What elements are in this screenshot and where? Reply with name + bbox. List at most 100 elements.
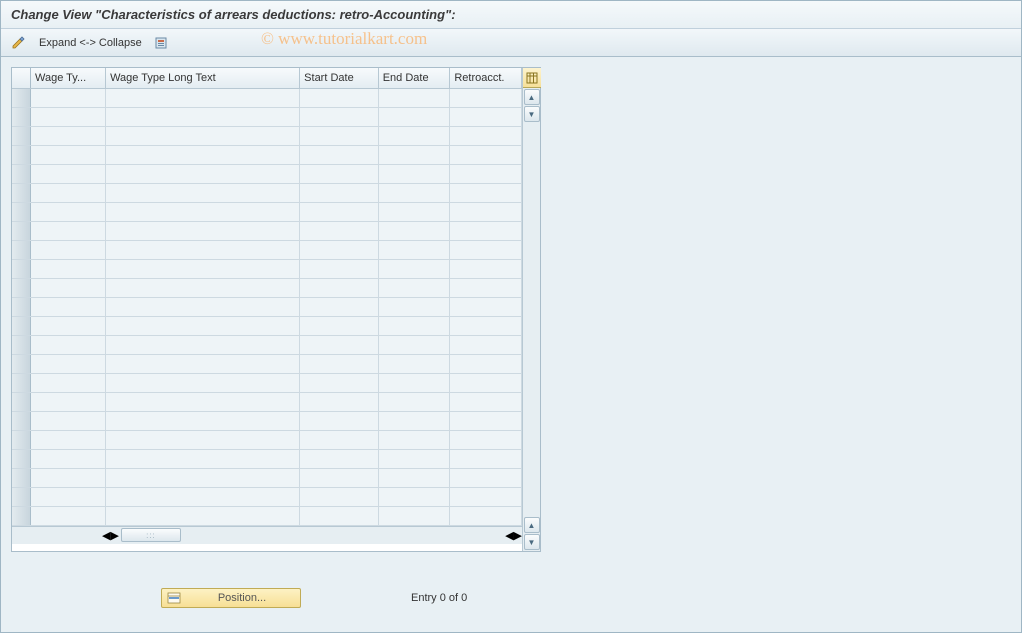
table-row[interactable] bbox=[12, 430, 522, 449]
cell-retroacct[interactable] bbox=[450, 202, 522, 221]
cell-start-date[interactable] bbox=[300, 240, 379, 259]
cell-start-date[interactable] bbox=[300, 202, 379, 221]
cell-wage-type[interactable] bbox=[30, 335, 105, 354]
table-row[interactable] bbox=[12, 392, 522, 411]
cell-end-date[interactable] bbox=[378, 411, 450, 430]
cell-start-date[interactable] bbox=[300, 107, 379, 126]
row-selector[interactable] bbox=[12, 259, 30, 278]
cell-long-text[interactable] bbox=[106, 145, 300, 164]
table-row[interactable] bbox=[12, 202, 522, 221]
table-row[interactable] bbox=[12, 506, 522, 525]
cell-wage-type[interactable] bbox=[30, 392, 105, 411]
cell-wage-type[interactable] bbox=[30, 278, 105, 297]
cell-start-date[interactable] bbox=[300, 316, 379, 335]
cell-start-date[interactable] bbox=[300, 145, 379, 164]
cell-wage-type[interactable] bbox=[30, 221, 105, 240]
table-row[interactable] bbox=[12, 278, 522, 297]
row-selector[interactable] bbox=[12, 297, 30, 316]
cell-end-date[interactable] bbox=[378, 430, 450, 449]
cell-start-date[interactable] bbox=[300, 430, 379, 449]
expand-collapse-button[interactable]: Expand <-> Collapse bbox=[35, 37, 146, 49]
pencil-toggle-icon[interactable] bbox=[9, 33, 29, 53]
table-row[interactable] bbox=[12, 240, 522, 259]
cell-start-date[interactable] bbox=[300, 449, 379, 468]
table-row[interactable] bbox=[12, 335, 522, 354]
cell-end-date[interactable] bbox=[378, 145, 450, 164]
table-row[interactable] bbox=[12, 164, 522, 183]
cell-wage-type[interactable] bbox=[30, 297, 105, 316]
cell-start-date[interactable] bbox=[300, 278, 379, 297]
table-row[interactable] bbox=[12, 373, 522, 392]
vscroll-down-inner-icon[interactable]: ▼ bbox=[524, 106, 540, 122]
cell-wage-type[interactable] bbox=[30, 316, 105, 335]
cell-long-text[interactable] bbox=[106, 297, 300, 316]
table-row[interactable] bbox=[12, 88, 522, 107]
cell-wage-type[interactable] bbox=[30, 487, 105, 506]
cell-end-date[interactable] bbox=[378, 126, 450, 145]
cell-start-date[interactable] bbox=[300, 221, 379, 240]
cell-start-date[interactable] bbox=[300, 126, 379, 145]
cell-retroacct[interactable] bbox=[450, 487, 522, 506]
cell-end-date[interactable] bbox=[378, 183, 450, 202]
table-row[interactable] bbox=[12, 449, 522, 468]
cell-long-text[interactable] bbox=[106, 107, 300, 126]
cell-end-date[interactable] bbox=[378, 278, 450, 297]
cell-start-date[interactable] bbox=[300, 392, 379, 411]
hscroll-right-end-icon[interactable]: ▶ bbox=[514, 529, 522, 542]
cell-retroacct[interactable] bbox=[450, 506, 522, 525]
row-selector[interactable] bbox=[12, 126, 30, 145]
cell-end-date[interactable] bbox=[378, 506, 450, 525]
row-selector[interactable] bbox=[12, 221, 30, 240]
table-row[interactable] bbox=[12, 183, 522, 202]
row-selector[interactable] bbox=[12, 316, 30, 335]
table-row[interactable] bbox=[12, 297, 522, 316]
hscroll-right-inner-icon[interactable]: ▶ bbox=[110, 529, 118, 542]
cell-retroacct[interactable] bbox=[450, 126, 522, 145]
cell-retroacct[interactable] bbox=[450, 297, 522, 316]
cell-end-date[interactable] bbox=[378, 468, 450, 487]
cell-long-text[interactable] bbox=[106, 221, 300, 240]
cell-long-text[interactable] bbox=[106, 449, 300, 468]
cell-wage-type[interactable] bbox=[30, 259, 105, 278]
cell-end-date[interactable] bbox=[378, 164, 450, 183]
row-selector[interactable] bbox=[12, 88, 30, 107]
cell-retroacct[interactable] bbox=[450, 411, 522, 430]
cell-end-date[interactable] bbox=[378, 392, 450, 411]
cell-long-text[interactable] bbox=[106, 240, 300, 259]
row-selector[interactable] bbox=[12, 145, 30, 164]
cell-end-date[interactable] bbox=[378, 221, 450, 240]
cell-long-text[interactable] bbox=[106, 430, 300, 449]
cell-end-date[interactable] bbox=[378, 88, 450, 107]
position-button[interactable]: Position... bbox=[161, 588, 301, 608]
table-row[interactable] bbox=[12, 221, 522, 240]
cell-end-date[interactable] bbox=[378, 202, 450, 221]
row-selector[interactable] bbox=[12, 164, 30, 183]
cell-retroacct[interactable] bbox=[450, 449, 522, 468]
cell-end-date[interactable] bbox=[378, 487, 450, 506]
cell-start-date[interactable] bbox=[300, 373, 379, 392]
row-selector[interactable] bbox=[12, 354, 30, 373]
cell-end-date[interactable] bbox=[378, 354, 450, 373]
cell-wage-type[interactable] bbox=[30, 88, 105, 107]
cell-wage-type[interactable] bbox=[30, 107, 105, 126]
table-row[interactable] bbox=[12, 259, 522, 278]
hscroll-left-icon[interactable]: ◀ bbox=[102, 529, 110, 542]
row-selector[interactable] bbox=[12, 487, 30, 506]
table-settings-icon[interactable] bbox=[523, 68, 541, 88]
cell-end-date[interactable] bbox=[378, 259, 450, 278]
cell-retroacct[interactable] bbox=[450, 392, 522, 411]
cell-start-date[interactable] bbox=[300, 88, 379, 107]
table-row[interactable] bbox=[12, 354, 522, 373]
cell-long-text[interactable] bbox=[106, 354, 300, 373]
cell-long-text[interactable] bbox=[106, 335, 300, 354]
table-row[interactable] bbox=[12, 145, 522, 164]
cell-retroacct[interactable] bbox=[450, 316, 522, 335]
table-row[interactable] bbox=[12, 411, 522, 430]
cell-retroacct[interactable] bbox=[450, 164, 522, 183]
row-selector[interactable] bbox=[12, 411, 30, 430]
cell-retroacct[interactable] bbox=[450, 183, 522, 202]
cell-end-date[interactable] bbox=[378, 449, 450, 468]
cell-end-date[interactable] bbox=[378, 335, 450, 354]
cell-long-text[interactable] bbox=[106, 468, 300, 487]
cell-long-text[interactable] bbox=[106, 202, 300, 221]
